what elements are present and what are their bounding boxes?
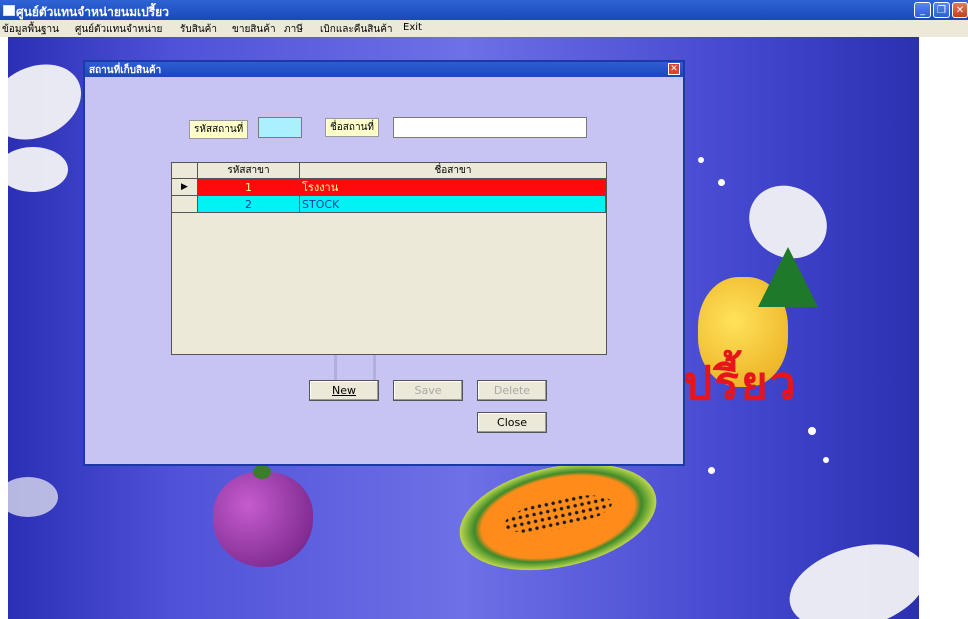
milk-splash [8,50,94,154]
menu-item-receive-goods[interactable]: รับสินค้า [180,22,217,37]
new-button[interactable]: New [309,380,379,401]
branch-name-cell[interactable]: โรงงาน [300,179,606,196]
milk-drop [698,157,704,163]
grid-header: รหัสสาขา ชื่อสาขา [172,163,606,179]
milk-splash [780,530,919,619]
menu-item-withdraw-return[interactable]: เบิกและคืนสินค้า [320,22,393,37]
grape-leaf [253,465,271,479]
row-selector[interactable] [172,196,198,213]
new-button-label: New [332,384,356,397]
location-code-input[interactable] [258,117,302,138]
branch-code-cell[interactable]: 2 [198,196,300,213]
milk-drop [708,467,715,474]
milk-drop [718,179,725,186]
restore-icon[interactable]: ❐ [933,2,950,18]
branch-grid[interactable]: รหัสสาขา ชื่อสาขา ▶ 1 โรงงาน 2 STOCK [171,162,607,355]
grid-header-branch-code[interactable]: รหัสสาขา [198,163,300,178]
menu-item-exit[interactable]: Exit [403,22,422,33]
menu-item-basic-data[interactable]: ข้อมูลพื้นฐาน [2,22,59,37]
grid-corner [172,163,198,178]
milk-drop [808,427,816,435]
branch-code-cell[interactable]: 1 [198,179,300,196]
menu-item-sell-goods[interactable]: ขายสินค้า [232,22,276,37]
close-icon[interactable]: ✕ [952,2,968,18]
app-icon [3,5,15,16]
location-code-label: รหัสสถานที่ [189,120,249,139]
app-title-bar: ศูนย์ตัวแทนจำหน่ายนมเปรี้ยว _ ❐ ✕ [0,0,968,20]
close-button-label: Close [497,416,527,429]
milk-drop [823,457,829,463]
grapes-image [213,472,313,567]
location-name-label: ชื่อสถานที่ [325,118,379,137]
close-button[interactable]: Close [477,412,547,433]
storage-location-dialog: สถานที่เก็บสินค้า ✕ รหัสสถานที่ ชื่อสถาน… [83,60,685,466]
table-row[interactable]: ▶ 1 โรงงาน [172,179,606,196]
milk-splash [8,147,68,192]
brand-logo-text: ปรี้ยว [683,356,798,410]
branch-name-cell[interactable]: STOCK [300,196,606,213]
pineapple-leaves [758,247,818,307]
menu-bar: ข้อมูลพื้นฐาน ศูนย์ตัวแทนจำหน่าย รับสินค… [0,20,968,37]
current-row-indicator-icon: ▶ [172,179,198,196]
dialog-title: สถานที่เก็บสินค้า [89,65,162,76]
save-button-label: Save [414,384,442,397]
save-button[interactable]: Save [393,380,463,401]
delete-button[interactable]: Delete [477,380,547,401]
dialog-close-icon[interactable]: ✕ [668,63,680,75]
table-row[interactable]: 2 STOCK [172,196,606,213]
grid-header-branch-name[interactable]: ชื่อสาขา [300,163,606,178]
milk-splash [8,477,58,517]
menu-item-tax[interactable]: ภาษี [284,22,303,37]
location-name-input[interactable] [393,117,587,138]
delete-button-label: Delete [493,384,531,397]
menu-item-dealer-center[interactable]: ศูนย์ตัวแทนจำหน่าย [75,22,162,37]
minimize-icon[interactable]: _ [914,2,931,18]
dialog-title-bar: สถานที่เก็บสินค้า ✕ [85,62,683,77]
